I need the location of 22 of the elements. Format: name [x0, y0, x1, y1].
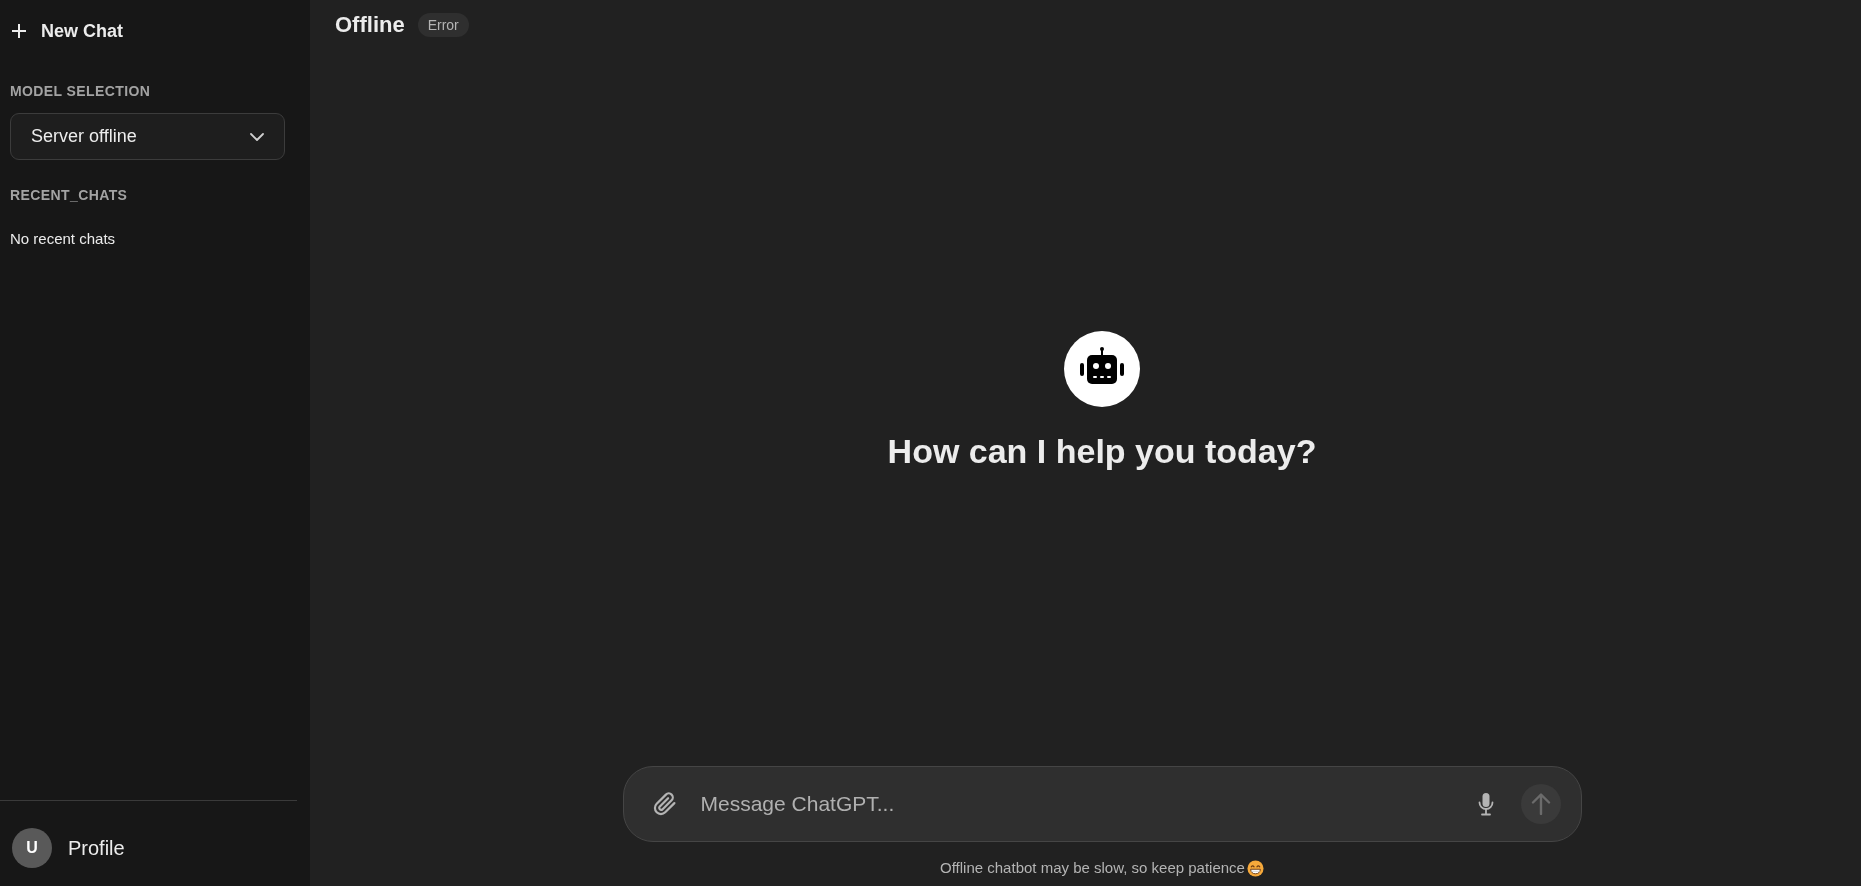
plus-icon: [12, 24, 26, 38]
message-field[interactable]: Message ChatGPT...: [622, 766, 1582, 842]
avatar: U: [12, 828, 52, 868]
section-heading: RECENT_CHATS: [10, 186, 128, 204]
profile-button[interactable]: Profile: [68, 836, 125, 860]
welcome-heading: How can I help you today?: [887, 431, 1317, 471]
status-badge: Error: [417, 13, 469, 37]
chat-title: Offline: [335, 12, 405, 38]
robot-icon: [1064, 331, 1140, 407]
attach-button[interactable]: [652, 792, 677, 816]
section-heading: MODEL SELECTION: [10, 82, 151, 100]
message-input[interactable]: Message ChatGPT...: [700, 789, 1462, 819]
disclaimer-text: Offline chatbot may be slow, so keep patience: [940, 858, 1245, 878]
microphone-icon: [1477, 792, 1494, 816]
arrow-up-icon: [1530, 793, 1551, 815]
new-chat-button[interactable]: New Chat: [10, 11, 127, 51]
model-select[interactable]: Server offline: [10, 113, 285, 160]
voice-button[interactable]: [1477, 792, 1494, 816]
chevron-down-icon: [250, 132, 264, 141]
paperclip-icon: [652, 792, 677, 816]
grinning-face-icon: [1246, 859, 1264, 877]
empty-state-text: No recent chats: [10, 229, 116, 249]
